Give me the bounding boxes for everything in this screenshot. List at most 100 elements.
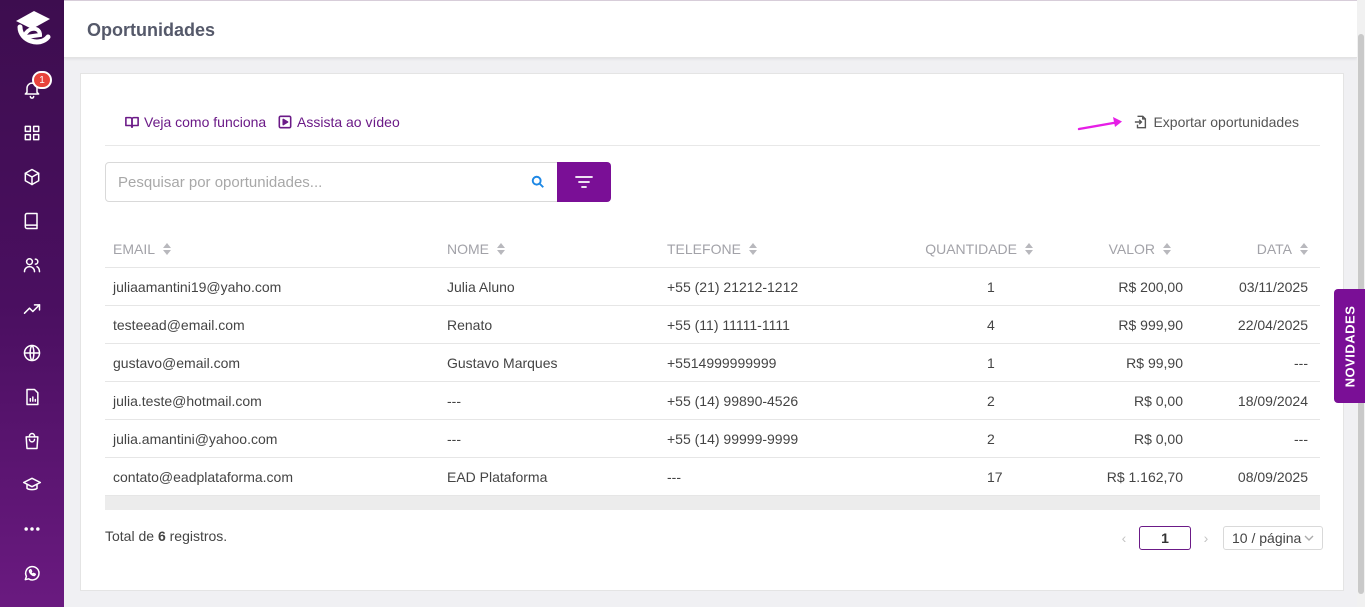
cell-quantidade: 4	[987, 316, 995, 333]
cell-data: 03/11/2025	[1238, 278, 1308, 295]
table-row[interactable]: testeead@email.com Renato +55 (11) 11111…	[105, 306, 1320, 344]
how-it-works-label: Veja como funciona	[144, 114, 267, 130]
book-icon	[24, 212, 38, 230]
sort-icon[interactable]	[1163, 243, 1171, 255]
prev-page-icon[interactable]: ‹	[1115, 530, 1133, 546]
cell-nome: ---	[447, 392, 461, 409]
table-row[interactable]: julia.amantini@yahoo.com --- +55 (14) 99…	[105, 420, 1320, 458]
filter-icon	[575, 176, 593, 188]
cell-email: testeead@email.com	[113, 316, 245, 333]
total-records: Total de 6 registros.	[105, 528, 228, 544]
column-header-data[interactable]: DATA	[1195, 241, 1320, 257]
cell-email: julia.teste@hotmail.com	[113, 392, 262, 409]
sidebar-item-dashboard[interactable]	[0, 111, 64, 155]
table-header: EMAIL NOME TELEFONE QUANTIDADE VALOR DAT…	[105, 231, 1320, 268]
cell-data: ---	[1294, 354, 1308, 371]
search-box	[105, 162, 558, 202]
cell-data: 08/09/2025	[1237, 468, 1308, 485]
table-row[interactable]: gustavo@email.com Gustavo Marques +55149…	[105, 344, 1320, 382]
sort-icon[interactable]	[1300, 243, 1308, 255]
sort-icon[interactable]	[1025, 243, 1033, 255]
sidebar-item-courses[interactable]	[0, 199, 64, 243]
sort-icon[interactable]	[748, 243, 757, 255]
play-video-icon	[278, 115, 292, 129]
table-row[interactable]: contato@eadplataforma.com EAD Plataforma…	[105, 458, 1320, 496]
sidebar-item-site[interactable]	[0, 331, 64, 375]
cell-valor: R$ 999,90	[1118, 316, 1183, 333]
cell-nome: Gustavo Marques	[447, 354, 558, 371]
table-horizontal-scrollbar[interactable]	[105, 496, 1320, 510]
cell-nome: Julia Aluno	[447, 278, 515, 295]
sidebar-item-academy[interactable]	[0, 463, 64, 507]
cell-valor: R$ 99,90	[1126, 354, 1183, 371]
sidebar-item-sales[interactable]	[0, 287, 64, 331]
cell-email: contato@eadplataforma.com	[113, 468, 293, 485]
cell-data: 22/04/2025	[1237, 316, 1308, 333]
report-icon	[26, 388, 39, 406]
sidebar-item-store[interactable]	[0, 419, 64, 463]
cell-email: gustavo@email.com	[113, 354, 241, 371]
cell-data: ---	[1294, 430, 1308, 447]
page-number[interactable]: 1	[1139, 526, 1191, 550]
cell-quantidade: 1	[987, 354, 995, 371]
brand-logo[interactable]	[9, 6, 55, 52]
cell-email: julia.amantini@yahoo.com	[113, 430, 278, 447]
cell-quantidade: 1	[987, 278, 995, 295]
cell-telefone: ---	[667, 468, 681, 485]
sort-icon[interactable]	[497, 243, 505, 255]
globe-icon	[23, 344, 41, 362]
column-header-email[interactable]: EMAIL	[105, 241, 447, 257]
opportunities-table: EMAIL NOME TELEFONE QUANTIDADE VALOR DAT…	[105, 231, 1320, 510]
users-icon	[23, 258, 41, 273]
more-icon	[24, 527, 40, 531]
toolbar-divider	[105, 145, 1320, 146]
cell-valor: R$ 200,00	[1118, 278, 1183, 295]
whatsapp-icon	[24, 565, 40, 581]
sidebar-item-more[interactable]	[0, 507, 64, 551]
sidebar-item-users[interactable]	[0, 243, 64, 287]
export-label: Exportar oportunidades	[1153, 114, 1299, 130]
page-size-select[interactable]: 10 / página	[1223, 526, 1323, 550]
table-row[interactable]: juliaamantini19@yaho.com Julia Aluno +55…	[105, 268, 1320, 306]
filter-button[interactable]	[557, 162, 611, 202]
sidebar: 1	[0, 0, 64, 607]
cell-telefone: +55 (14) 99999-9999	[667, 430, 799, 447]
next-page-icon[interactable]: ›	[1197, 530, 1215, 546]
novidades-tab[interactable]: NOVIDADES	[1334, 289, 1365, 403]
sidebar-item-whatsapp[interactable]	[0, 551, 64, 595]
chevron-down-icon	[1304, 535, 1314, 541]
column-header-telefone[interactable]: TELEFONE	[667, 241, 867, 257]
export-opportunities-button[interactable]: Exportar oportunidades	[1134, 114, 1299, 130]
cell-valor: R$ 0,00	[1133, 430, 1183, 447]
column-header-nome[interactable]: NOME	[447, 241, 667, 257]
column-header-valor[interactable]: VALOR	[1045, 241, 1195, 257]
novidades-label: NOVIDADES	[1342, 305, 1358, 387]
cell-valor: R$ 1.162,70	[1106, 468, 1183, 485]
how-it-works-link[interactable]: Veja como funciona	[125, 114, 266, 130]
cell-telefone: +5514999999999	[667, 354, 777, 371]
cell-valor: R$ 0,00	[1133, 392, 1183, 409]
open-book-icon	[125, 116, 139, 129]
cell-data: 18/09/2024	[1237, 392, 1308, 409]
watch-video-label: Assista ao vídeo	[297, 114, 400, 130]
page-title: Oportunidades	[87, 20, 216, 40]
total-count: 6	[157, 528, 166, 544]
column-header-quantidade[interactable]: QUANTIDADE	[867, 241, 1045, 257]
search-input[interactable]	[118, 173, 531, 191]
cell-nome: EAD Plataforma	[447, 468, 548, 485]
sidebar-item-reports[interactable]	[0, 375, 64, 419]
sidebar-item-products[interactable]	[0, 155, 64, 199]
table-row[interactable]: julia.teste@hotmail.com --- +55 (14) 998…	[105, 382, 1320, 420]
cell-quantidade: 2	[987, 430, 995, 447]
bag-icon	[25, 432, 39, 450]
export-file-icon	[1135, 115, 1147, 129]
pointer-arrow-icon	[1077, 117, 1122, 131]
search-icon[interactable]	[531, 175, 545, 189]
sort-icon[interactable]	[163, 243, 172, 255]
cell-quantidade: 17	[987, 468, 1003, 485]
watch-video-link[interactable]: Assista ao vídeo	[278, 114, 400, 130]
sidebar-item-notifications[interactable]: 1	[0, 67, 64, 111]
cell-telefone: +55 (11) 11111-1111	[667, 316, 790, 333]
cell-nome: Renato	[447, 316, 493, 333]
cell-nome: ---	[447, 430, 461, 447]
